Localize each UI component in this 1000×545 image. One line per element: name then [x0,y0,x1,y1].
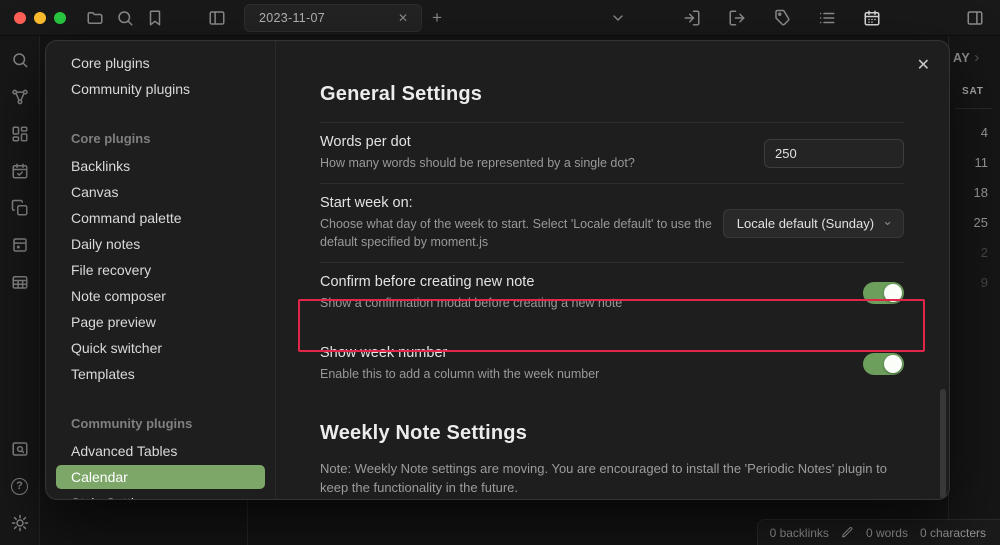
weekday-header-sat: SAT [962,86,984,97]
modal-close-icon[interactable]: ✕ [913,53,934,77]
calendar-month-header[interactable]: AY › [953,49,980,66]
calendar-icon[interactable] [857,5,887,31]
calendar-day-next-month[interactable]: 2 [949,238,988,268]
setting-description: Show a confirmation modal before creatin… [320,294,622,312]
calendar-sidebar-pane: AY › SAT 4 11 18 25 2 9 [948,36,1000,545]
sidebar-item-backlinks[interactable]: Backlinks [56,154,265,178]
setting-name: Words per dot [320,134,635,150]
sidebar-item-quick-switcher[interactable]: Quick switcher [56,336,265,360]
help-icon[interactable]: ? [8,474,32,498]
calendar-divider [955,108,992,109]
sidebar-item-advanced-tables[interactable]: Advanced Tables [56,439,265,463]
calendar-month-label-fragment: AY [953,51,970,65]
zoom-window-button[interactable] [54,12,66,24]
folder-icon[interactable] [80,5,110,31]
sidebar-section-community-plugins: Community plugins [56,416,265,431]
sidebar-item-command-palette[interactable]: Command palette [56,206,265,230]
settings-modal: Core plugins Community plugins Core plug… [45,40,950,500]
pencil-icon [841,526,854,539]
sidebar-item-templates[interactable]: Templates [56,362,265,386]
layout-dashboard-icon[interactable] [8,122,32,146]
left-ribbon: ? [0,36,40,545]
calendar-range-icon[interactable] [8,233,32,257]
words-per-dot-input[interactable] [764,139,904,168]
titlebar: 2023-11-07 ✕ + [0,0,1000,36]
sidebar-item-note-composer[interactable]: Note composer [56,284,265,308]
sidebar-section-core-plugins: Core plugins [56,131,265,146]
pane-divider [247,500,248,545]
dropdown-value: Locale default (Sunday) [737,216,874,231]
tags-icon[interactable] [767,5,797,31]
setting-name: Show week number [320,345,599,361]
sidebar-item-page-preview[interactable]: Page preview [56,310,265,334]
sidebar-item-calendar[interactable]: Calendar [56,465,265,489]
calendar-day[interactable]: 18 [949,178,988,208]
table-icon[interactable] [8,270,32,294]
calendar-day-next-month[interactable]: 9 [949,268,988,298]
panel-left-icon[interactable] [202,5,232,31]
sidebar-item-file-recovery[interactable]: File recovery [56,258,265,282]
calendar-check-icon[interactable] [8,159,32,183]
calendar-next-icon[interactable]: › [974,49,980,66]
setting-name: Start week on: [320,195,723,211]
bookmark-icon[interactable] [140,5,170,31]
sidebar-item-core-plugins-nav[interactable]: Core plugins [56,51,265,75]
settings-sidebar: Core plugins Community plugins Core plug… [46,41,276,499]
weekly-note-notice: Note: Weekly Note settings are moving. Y… [320,459,904,498]
tab-title: 2023-11-07 [259,11,393,25]
chevron-down-icon[interactable] [603,5,633,31]
sidebar-item-community-plugins-nav[interactable]: Community plugins [56,77,265,101]
copy-icon[interactable] [8,196,32,220]
search-icon[interactable] [110,5,140,31]
setting-description: Choose what day of the week to start. Se… [320,215,723,251]
sign-in-icon[interactable] [677,5,707,31]
show-week-number-toggle[interactable] [863,353,904,375]
minimize-window-button[interactable] [34,12,46,24]
general-settings-title: General Settings [320,83,904,106]
calendar-day[interactable]: 11 [949,148,988,178]
character-count[interactable]: 0 characters [920,526,986,540]
panel-right-icon[interactable] [960,5,990,31]
setting-row-show-week-number: Show week number Enable this to add a co… [320,332,904,396]
backlinks-count[interactable]: 0 backlinks [770,526,829,540]
sidebar-item-style-settings[interactable]: Style Settings [56,491,265,500]
start-week-dropdown[interactable]: Locale default (Sunday) ⌄ [723,209,904,238]
tab-2023-11-07[interactable]: 2023-11-07 ✕ [244,4,422,32]
new-tab-button[interactable]: + [422,8,452,28]
close-window-button[interactable] [14,12,26,24]
sign-out-icon[interactable] [722,5,752,31]
toggle-knob [884,355,902,373]
window-controls[interactable] [14,12,66,24]
calendar-day[interactable]: 4 [949,118,988,148]
setting-row-start-week-on: Start week on: Choose what day of the we… [320,184,904,262]
setting-description: How many words should be represented by … [320,154,635,172]
ribbon-search-icon[interactable] [8,48,32,72]
modal-scrollbar[interactable] [940,389,946,499]
setting-name: Confirm before creating new note [320,274,622,290]
settings-gear-icon[interactable] [8,511,32,535]
status-bar: 0 backlinks 0 words 0 characters [757,519,1000,545]
setting-description: Enable this to add a column with the wee… [320,365,599,383]
calendar-day-column: 4 11 18 25 2 9 [949,118,988,298]
sidebar-item-canvas[interactable]: Canvas [56,180,265,204]
sidebar-item-daily-notes[interactable]: Daily notes [56,232,265,256]
word-count[interactable]: 0 words [866,526,908,540]
weekly-note-settings-title: Weekly Note Settings [320,422,904,445]
chevron-down-icon: ⌄ [882,213,893,229]
toggle-knob [884,284,902,302]
confirm-create-toggle[interactable] [863,282,904,304]
vault-switcher-icon[interactable] [8,437,32,461]
setting-row-words-per-dot: Words per dot How many words should be r… [320,123,904,183]
setting-row-confirm-create: Confirm before creating new note Show a … [320,263,904,323]
settings-content: ✕ General Settings Words per dot How man… [276,41,949,499]
calendar-day[interactable]: 25 [949,208,988,238]
graph-view-icon[interactable] [8,85,32,109]
tab-close-icon[interactable]: ✕ [393,9,413,27]
list-icon[interactable] [812,5,842,31]
